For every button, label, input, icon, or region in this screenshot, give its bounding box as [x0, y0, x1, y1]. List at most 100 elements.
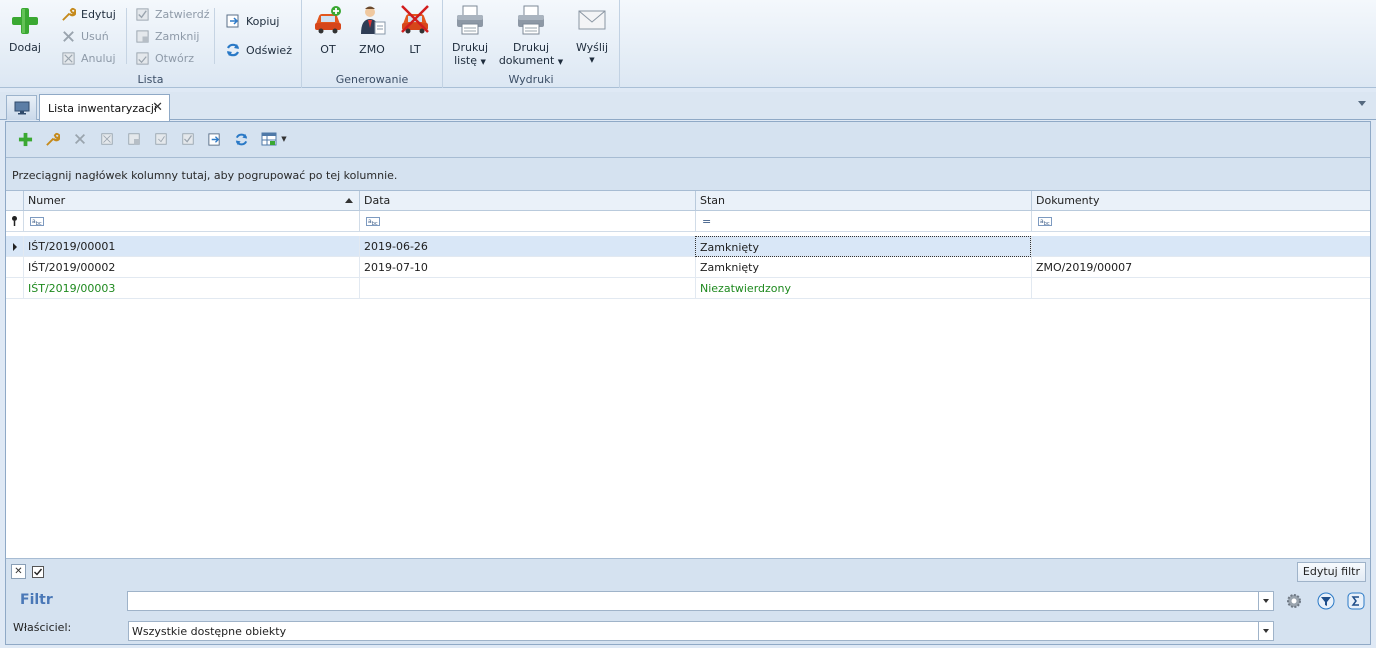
close-icon[interactable]: ✕ [152, 101, 163, 114]
print-document-button[interactable]: Drukuj dokument ▼ [498, 4, 564, 69]
close-button[interactable]: Zamknij [135, 26, 199, 46]
print-list-button[interactable]: Drukuj listę ▼ [449, 4, 491, 69]
table-row[interactable]: IŚT/2019/00002 2019-07-10 Zamknięty ZMO/… [6, 257, 1370, 278]
toolbar-add-button[interactable] [12, 128, 39, 150]
print-document-label-2: dokument [498, 54, 555, 67]
toolbar-copy-button[interactable] [201, 128, 228, 150]
toolbar-refresh-button[interactable] [228, 128, 255, 150]
chevron-down-icon: ▼ [557, 58, 564, 66]
column-headers: Numer Data Stan Dokumenty [6, 191, 1370, 211]
grid-layout-icon [261, 132, 277, 146]
column-header-label: Numer [28, 194, 66, 207]
copy-icon [208, 132, 220, 146]
cell-dokumenty[interactable] [1031, 236, 1370, 257]
column-header-numer[interactable]: Numer [23, 191, 359, 211]
column-header-dokumenty[interactable]: Dokumenty [1031, 191, 1370, 211]
tab-lista-inwentaryzacji[interactable]: Lista inwentaryzacji ✕ [39, 94, 170, 121]
tab-title: Lista inwentaryzacji [48, 101, 157, 115]
owner-select[interactable]: Wszystkie dostępne obiekty [128, 621, 1259, 641]
group-by-panel[interactable]: Przeciągnij nagłówek kolumny tutaj, aby … [6, 158, 1370, 191]
zmo-button[interactable]: ZMO [354, 4, 390, 56]
cell-data[interactable] [359, 278, 695, 299]
delete-label: Usuń [81, 29, 109, 43]
monitor-icon [14, 101, 29, 115]
cell-stan[interactable]: Zamknięty [695, 257, 1031, 278]
table-row[interactable]: IŚT/2019/00001 2019-06-26 Zamknięty [6, 236, 1370, 257]
toolbar-layout-button[interactable]: ▼ [255, 128, 293, 150]
filter-cell-numer[interactable]: abc [23, 211, 359, 232]
toolbar-approve-button[interactable] [174, 128, 201, 150]
ribbon-group-lista: Dodaj Edytuj Usuń Anuluj Zatwierdź Zamkn… [0, 0, 302, 88]
cell-stan[interactable]: Zamknięty [695, 236, 1031, 257]
sum-button[interactable] [1346, 591, 1366, 611]
toolbar-close-doc-button[interactable] [147, 128, 174, 150]
filter-dropdown-button[interactable] [1258, 591, 1274, 611]
filter-cell-stan[interactable]: = [695, 211, 1031, 232]
plus-icon [12, 8, 38, 34]
column-header-stan[interactable]: Stan [695, 191, 1031, 211]
edit-filter-button[interactable]: Edytuj filtr [1296, 562, 1366, 582]
filter-cell-dokumenty[interactable]: abc [1031, 211, 1370, 232]
funnel-icon [1317, 592, 1335, 610]
x-icon [74, 134, 85, 144]
filter-cell-data[interactable]: abc [359, 211, 695, 232]
apply-filter-button[interactable] [1316, 591, 1336, 611]
toolbar-cancel-button[interactable] [93, 128, 120, 150]
column-header-label: Stan [700, 194, 726, 207]
cell-data[interactable]: 2019-07-10 [359, 257, 695, 278]
printer-icon [518, 5, 544, 35]
cell-stan[interactable]: Niezatwierdzony [695, 278, 1031, 299]
chevron-down-icon: ▼ [480, 58, 486, 66]
toolbar-delete-button[interactable] [66, 128, 93, 150]
zmo-label: ZMO [359, 43, 385, 56]
content-frame: ▼ Przeciągnij nagłówek kolumny tutaj, ab… [5, 121, 1371, 645]
owner-dropdown-button[interactable] [1258, 621, 1274, 641]
clear-filter-button[interactable]: ✕ [11, 564, 26, 579]
wrench-icon [62, 7, 76, 21]
ot-button[interactable]: OT [310, 4, 346, 56]
cell-numer[interactable]: IŚT/2019/00003 [23, 278, 359, 299]
chevron-down-icon: ▼ [589, 56, 595, 64]
copy-button[interactable]: Kopiuj [225, 11, 279, 31]
filter-settings-button[interactable] [1284, 591, 1304, 611]
cell-dokumenty[interactable] [1031, 278, 1370, 299]
edit-button[interactable]: Edytuj [61, 4, 116, 24]
row-indicator [6, 236, 24, 257]
lt-button[interactable]: LT [397, 4, 433, 56]
send-label: Wyślij [575, 41, 609, 54]
ribbon: Dodaj Edytuj Usuń Anuluj Zatwierdź Zamkn… [0, 0, 1376, 88]
toolbar-edit-button[interactable] [39, 128, 66, 150]
approve-button[interactable]: Zatwierdź [135, 4, 210, 24]
document-tab-strip: Lista inwentaryzacji ✕ [0, 92, 1376, 121]
print-list-label-2: listę [454, 54, 478, 67]
open-button[interactable]: Otwórz [135, 48, 194, 68]
home-tab[interactable] [6, 95, 37, 120]
grid-toolbar: ▼ [12, 128, 293, 150]
delete-button[interactable]: Usuń [61, 26, 109, 46]
sort-ascending-icon [345, 198, 353, 203]
add-label: Dodaj [9, 41, 41, 54]
cancel-button[interactable]: Anuluj [61, 48, 116, 68]
cancel-document-icon [62, 51, 75, 65]
cell-data[interactable]: 2019-06-26 [359, 236, 695, 257]
refresh-icon [227, 43, 239, 57]
checkbox-checked-icon [31, 565, 44, 578]
add-button[interactable]: Dodaj [4, 6, 46, 54]
group-label-wydruki: Wydruki [508, 73, 554, 86]
column-header-data[interactable]: Data [359, 191, 695, 211]
cell-dokumenty[interactable]: ZMO/2019/00007 [1031, 257, 1370, 278]
toolbar-close-button[interactable] [120, 128, 147, 150]
filter-enabled-checkbox[interactable] [30, 564, 45, 579]
send-button[interactable]: Wyślij ▼ [572, 4, 612, 67]
refresh-button[interactable]: Odśwież [225, 40, 292, 60]
ribbon-separator [126, 8, 127, 64]
tab-menu-chevron-down-icon[interactable] [1358, 101, 1366, 106]
cell-numer[interactable]: IŚT/2019/00002 [23, 257, 359, 278]
ribbon-group-generowanie: OT ZMO LT Generowanie [302, 0, 443, 88]
envelope-icon [578, 10, 606, 30]
column-header-label: Data [364, 194, 391, 207]
cell-numer[interactable]: IŚT/2019/00001 [23, 236, 359, 257]
table-row[interactable]: IŚT/2019/00003 Niezatwierdzony [6, 278, 1370, 299]
chevron-down-icon: ▼ [281, 135, 287, 143]
filter-input[interactable] [127, 591, 1259, 611]
